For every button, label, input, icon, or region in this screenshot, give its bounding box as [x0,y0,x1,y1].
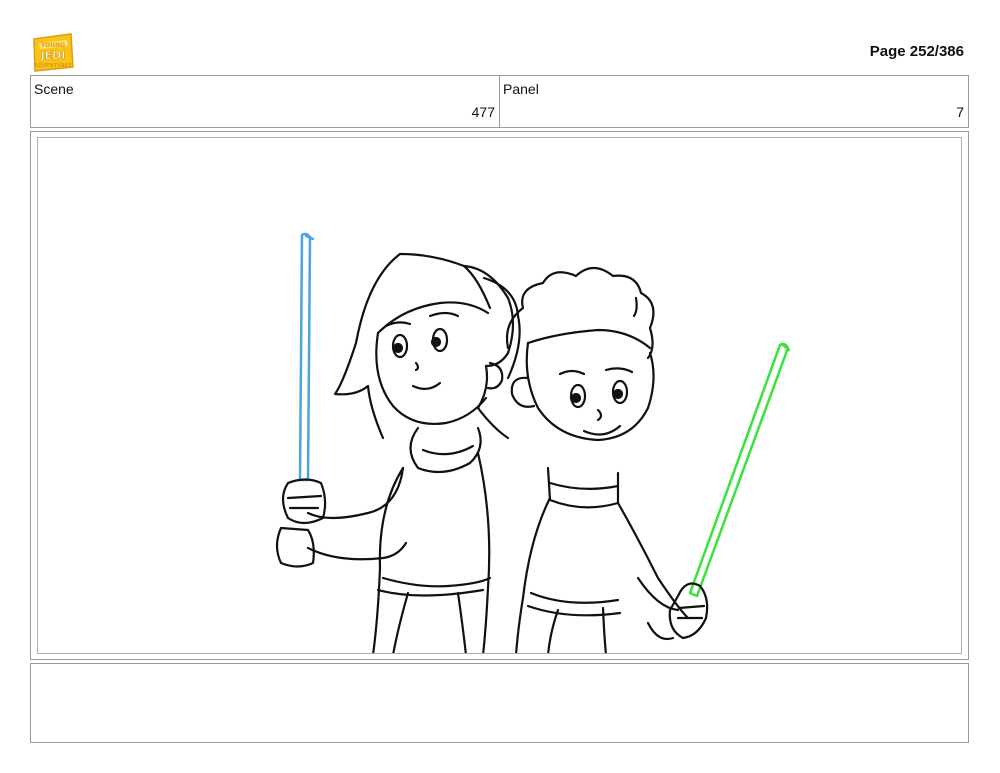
svg-text:JEDI: JEDI [40,49,66,62]
scene-value: 477 [471,104,495,120]
panel-value: 7 [956,104,964,120]
scene-panel-table: Scene 477 Panel 7 [30,75,969,128]
scene-label: Scene [34,81,74,97]
right-character [505,266,709,653]
notes-box [30,663,969,743]
page-number: Page 252/386 [869,43,964,60]
left-character [275,252,521,653]
svg-text:YOUNG: YOUNG [40,42,65,49]
green-lightsaber [688,342,791,598]
storyboard-drawing [37,137,962,654]
scene-cell: Scene 477 [31,76,499,127]
panel-label: Panel [503,81,539,97]
blue-lightsaber [298,232,315,482]
svg-text:ADVENTURES: ADVENTURES [34,63,72,69]
show-logo: YOUNG JEDI ADVENTURES [31,31,75,73]
panel-cell: Panel 7 [499,76,968,127]
storyboard-panel-frame [30,131,969,660]
